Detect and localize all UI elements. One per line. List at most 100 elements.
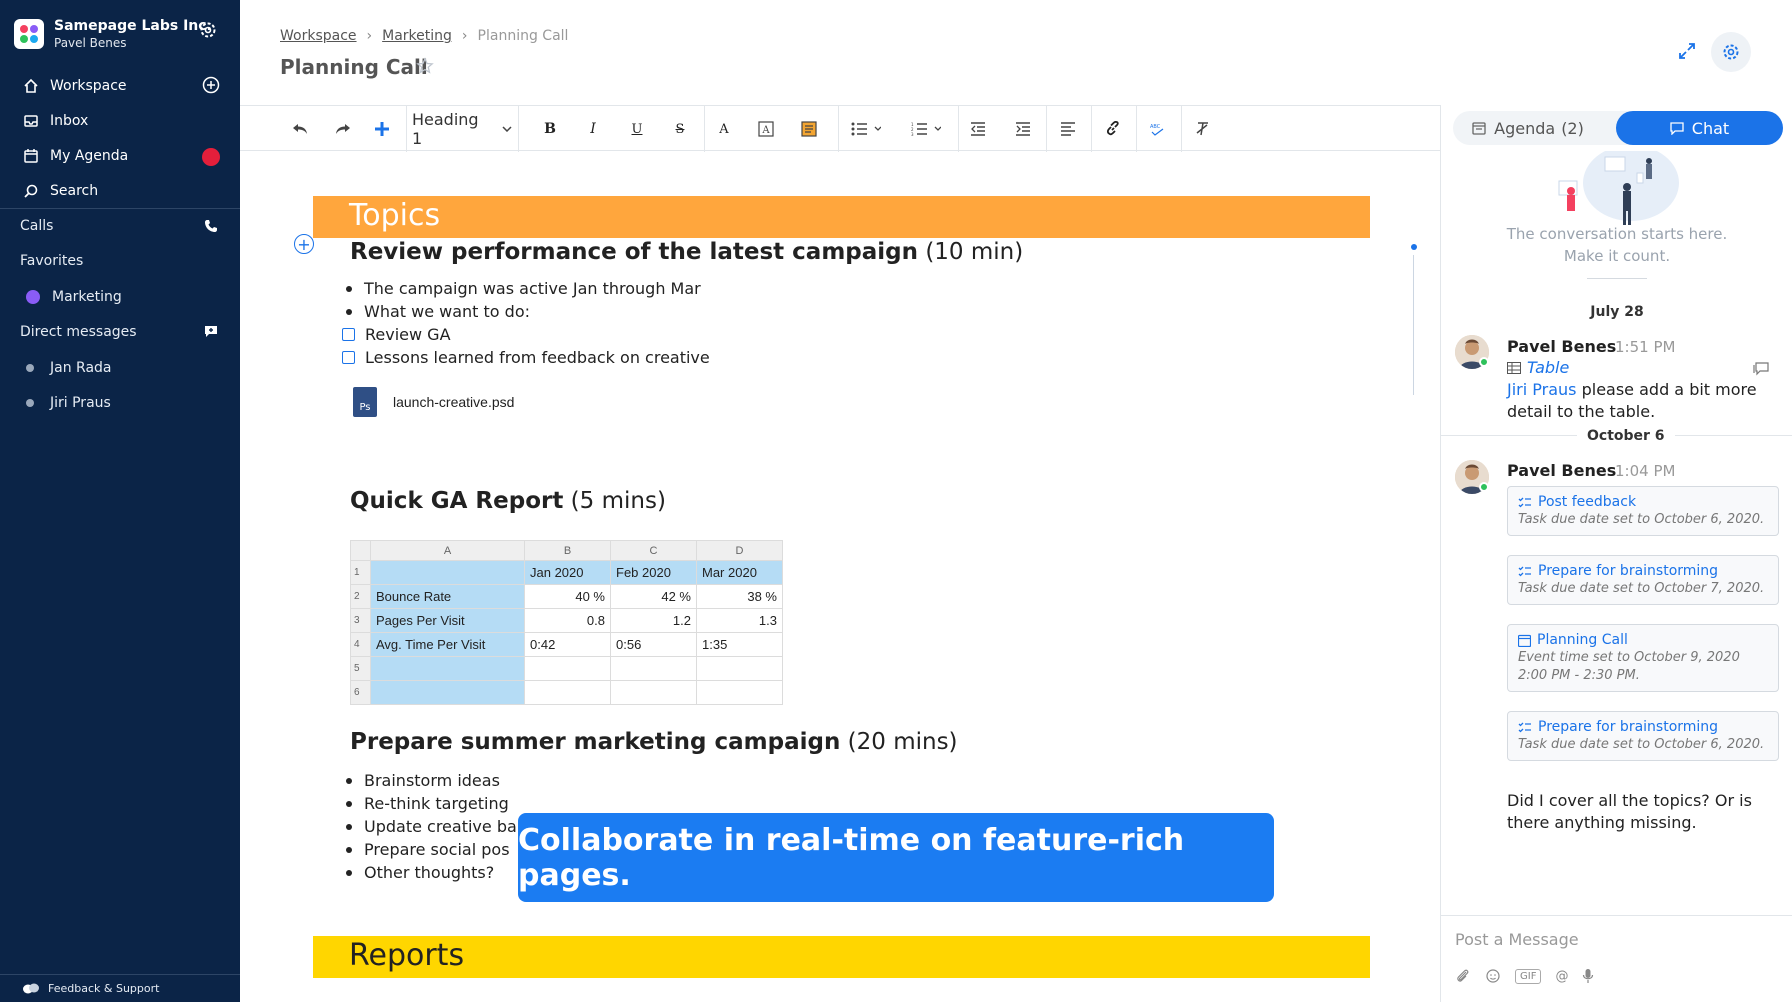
heading-select[interactable]: Heading 1: [412, 106, 512, 152]
table-cell[interactable]: [610, 656, 697, 681]
message-attachment[interactable]: Table: [1507, 357, 1569, 379]
row-number[interactable]: 2: [350, 584, 371, 609]
checkbox[interactable]: [342, 328, 355, 341]
table-cell[interactable]: Bounce Rate: [370, 584, 525, 609]
add-workspace-icon[interactable]: [200, 74, 222, 96]
table-cell[interactable]: 42 %: [610, 584, 697, 609]
message-input[interactable]: Post a Message: [1455, 930, 1579, 949]
bold-icon[interactable]: B: [538, 106, 562, 152]
italic-icon[interactable]: I: [581, 106, 605, 152]
tab-agenda[interactable]: Agenda (2): [1453, 111, 1603, 145]
redo-icon[interactable]: [331, 106, 355, 152]
table-cell[interactable]: Jan 2020: [524, 560, 611, 585]
topic-heading[interactable]: Prepare summer marketing campaign (20 mi…: [350, 729, 958, 755]
table-cell[interactable]: 1.2: [610, 608, 697, 633]
align-left-icon[interactable]: [1056, 106, 1080, 152]
table-cell[interactable]: Avg. Time Per Visit: [370, 632, 525, 657]
table-cell[interactable]: 38 %: [696, 584, 783, 609]
page-settings-button[interactable]: [1711, 32, 1751, 72]
table-cell[interactable]: 1.3: [696, 608, 783, 633]
spellcheck-icon[interactable]: ABC: [1146, 106, 1170, 152]
table-cell[interactable]: [524, 680, 611, 705]
list-item[interactable]: Re-think targeting: [346, 794, 509, 813]
task-card[interactable]: Prepare for brainstorming Task due date …: [1507, 555, 1779, 605]
table-cell[interactable]: Feb 2020: [610, 560, 697, 585]
reply-icon[interactable]: [1753, 361, 1769, 380]
table-cell[interactable]: Mar 2020: [696, 560, 783, 585]
topic-heading[interactable]: Quick GA Report (5 mins): [350, 488, 666, 514]
sidebar-item-jan-rada[interactable]: Jan Rada: [20, 354, 220, 382]
feedback-support-link[interactable]: Feedback & Support: [0, 974, 240, 1002]
sidebar-item-inbox[interactable]: Inbox: [0, 104, 240, 138]
table-cell[interactable]: Pages Per Visit: [370, 608, 525, 633]
checklist-item[interactable]: Lessons learned from feedback on creativ…: [342, 348, 710, 367]
list-item[interactable]: Prepare social pos: [346, 840, 510, 859]
attach-icon[interactable]: [1455, 968, 1471, 984]
mention-icon[interactable]: @: [1555, 969, 1568, 984]
table-cell[interactable]: [696, 656, 783, 681]
message-author[interactable]: Pavel Benes: [1507, 337, 1616, 356]
breadcrumb-workspace[interactable]: Workspace: [280, 28, 357, 44]
list-item[interactable]: Other thoughts?: [346, 863, 494, 882]
table-cell[interactable]: 0:42: [524, 632, 611, 657]
table-cell[interactable]: [696, 680, 783, 705]
expand-icon[interactable]: [1676, 40, 1698, 62]
table-cell[interactable]: [524, 656, 611, 681]
insert-plus-icon[interactable]: [370, 106, 394, 152]
table-cell[interactable]: [610, 680, 697, 705]
list-item[interactable]: Update creative ba: [346, 817, 517, 836]
table-cell[interactable]: 0.8: [524, 608, 611, 633]
text-color-icon[interactable]: A: [712, 106, 736, 152]
star-icon[interactable]: [416, 57, 436, 77]
list-item[interactable]: The campaign was active Jan through Mar: [346, 279, 701, 298]
org-switcher[interactable]: Samepage Labs Inc. Pavel Benes: [14, 17, 212, 51]
clear-formatting-icon[interactable]: [1191, 106, 1215, 152]
strikethrough-icon[interactable]: S: [668, 106, 692, 152]
highlight-block-icon[interactable]: [797, 106, 821, 152]
breadcrumb-marketing[interactable]: Marketing: [382, 28, 452, 44]
file-attachment[interactable]: Ps launch-creative.psd: [353, 387, 514, 417]
checkbox[interactable]: [342, 351, 355, 364]
link-icon[interactable]: [1101, 106, 1125, 152]
sidebar-item-search[interactable]: Search: [0, 174, 240, 208]
table-cell[interactable]: 0:56: [610, 632, 697, 657]
sidebar-item-jiri-praus[interactable]: Jiri Praus: [20, 389, 220, 417]
table-cell[interactable]: [370, 680, 525, 705]
task-card[interactable]: Post feedback Task due date set to Octob…: [1507, 486, 1779, 536]
new-message-icon[interactable]: [200, 320, 222, 342]
emoji-icon[interactable]: [1485, 968, 1501, 984]
underline-icon[interactable]: U: [625, 106, 649, 152]
outdent-icon[interactable]: [966, 106, 990, 152]
tab-chat[interactable]: Chat: [1616, 111, 1783, 145]
event-card[interactable]: Planning Call Event time set to October …: [1507, 624, 1779, 692]
sidebar-item-calls[interactable]: Calls: [20, 212, 220, 240]
topic-heading[interactable]: Review performance of the latest campaig…: [350, 239, 1023, 265]
add-block-icon[interactable]: +: [294, 234, 314, 254]
text-background-icon[interactable]: A: [754, 106, 778, 152]
table-cell[interactable]: 1:35: [696, 632, 783, 657]
message-author[interactable]: Pavel Benes: [1507, 461, 1616, 480]
microphone-icon[interactable]: [1582, 968, 1594, 984]
row-number[interactable]: 6: [350, 680, 371, 705]
table-cell[interactable]: 40 %: [524, 584, 611, 609]
sidebar-item-marketing[interactable]: Marketing: [20, 283, 220, 311]
undo-icon[interactable]: [288, 106, 312, 152]
bullet-list-icon[interactable]: [846, 106, 886, 152]
row-number[interactable]: 3: [350, 608, 371, 633]
phone-icon[interactable]: [200, 215, 222, 237]
column-header[interactable]: A: [370, 540, 525, 561]
spreadsheet-table[interactable]: A B C D 1 Jan 2020 Feb 2020 Mar 2020 2 B…: [350, 540, 783, 705]
numbered-list-icon[interactable]: 123: [906, 106, 946, 152]
row-number[interactable]: 5: [350, 656, 371, 681]
table-cell[interactable]: [370, 656, 525, 681]
row-number[interactable]: 4: [350, 632, 371, 657]
gif-icon[interactable]: GIF: [1515, 968, 1542, 984]
row-number[interactable]: 1: [350, 560, 371, 585]
checklist-item[interactable]: Review GA: [342, 325, 451, 344]
page-title[interactable]: Planning Call: [280, 55, 428, 79]
mention[interactable]: Jiri Praus: [1507, 380, 1577, 399]
gear-icon[interactable]: [198, 20, 218, 40]
list-item[interactable]: What we want to do:: [346, 302, 530, 321]
column-header[interactable]: D: [696, 540, 783, 561]
column-header[interactable]: B: [524, 540, 611, 561]
